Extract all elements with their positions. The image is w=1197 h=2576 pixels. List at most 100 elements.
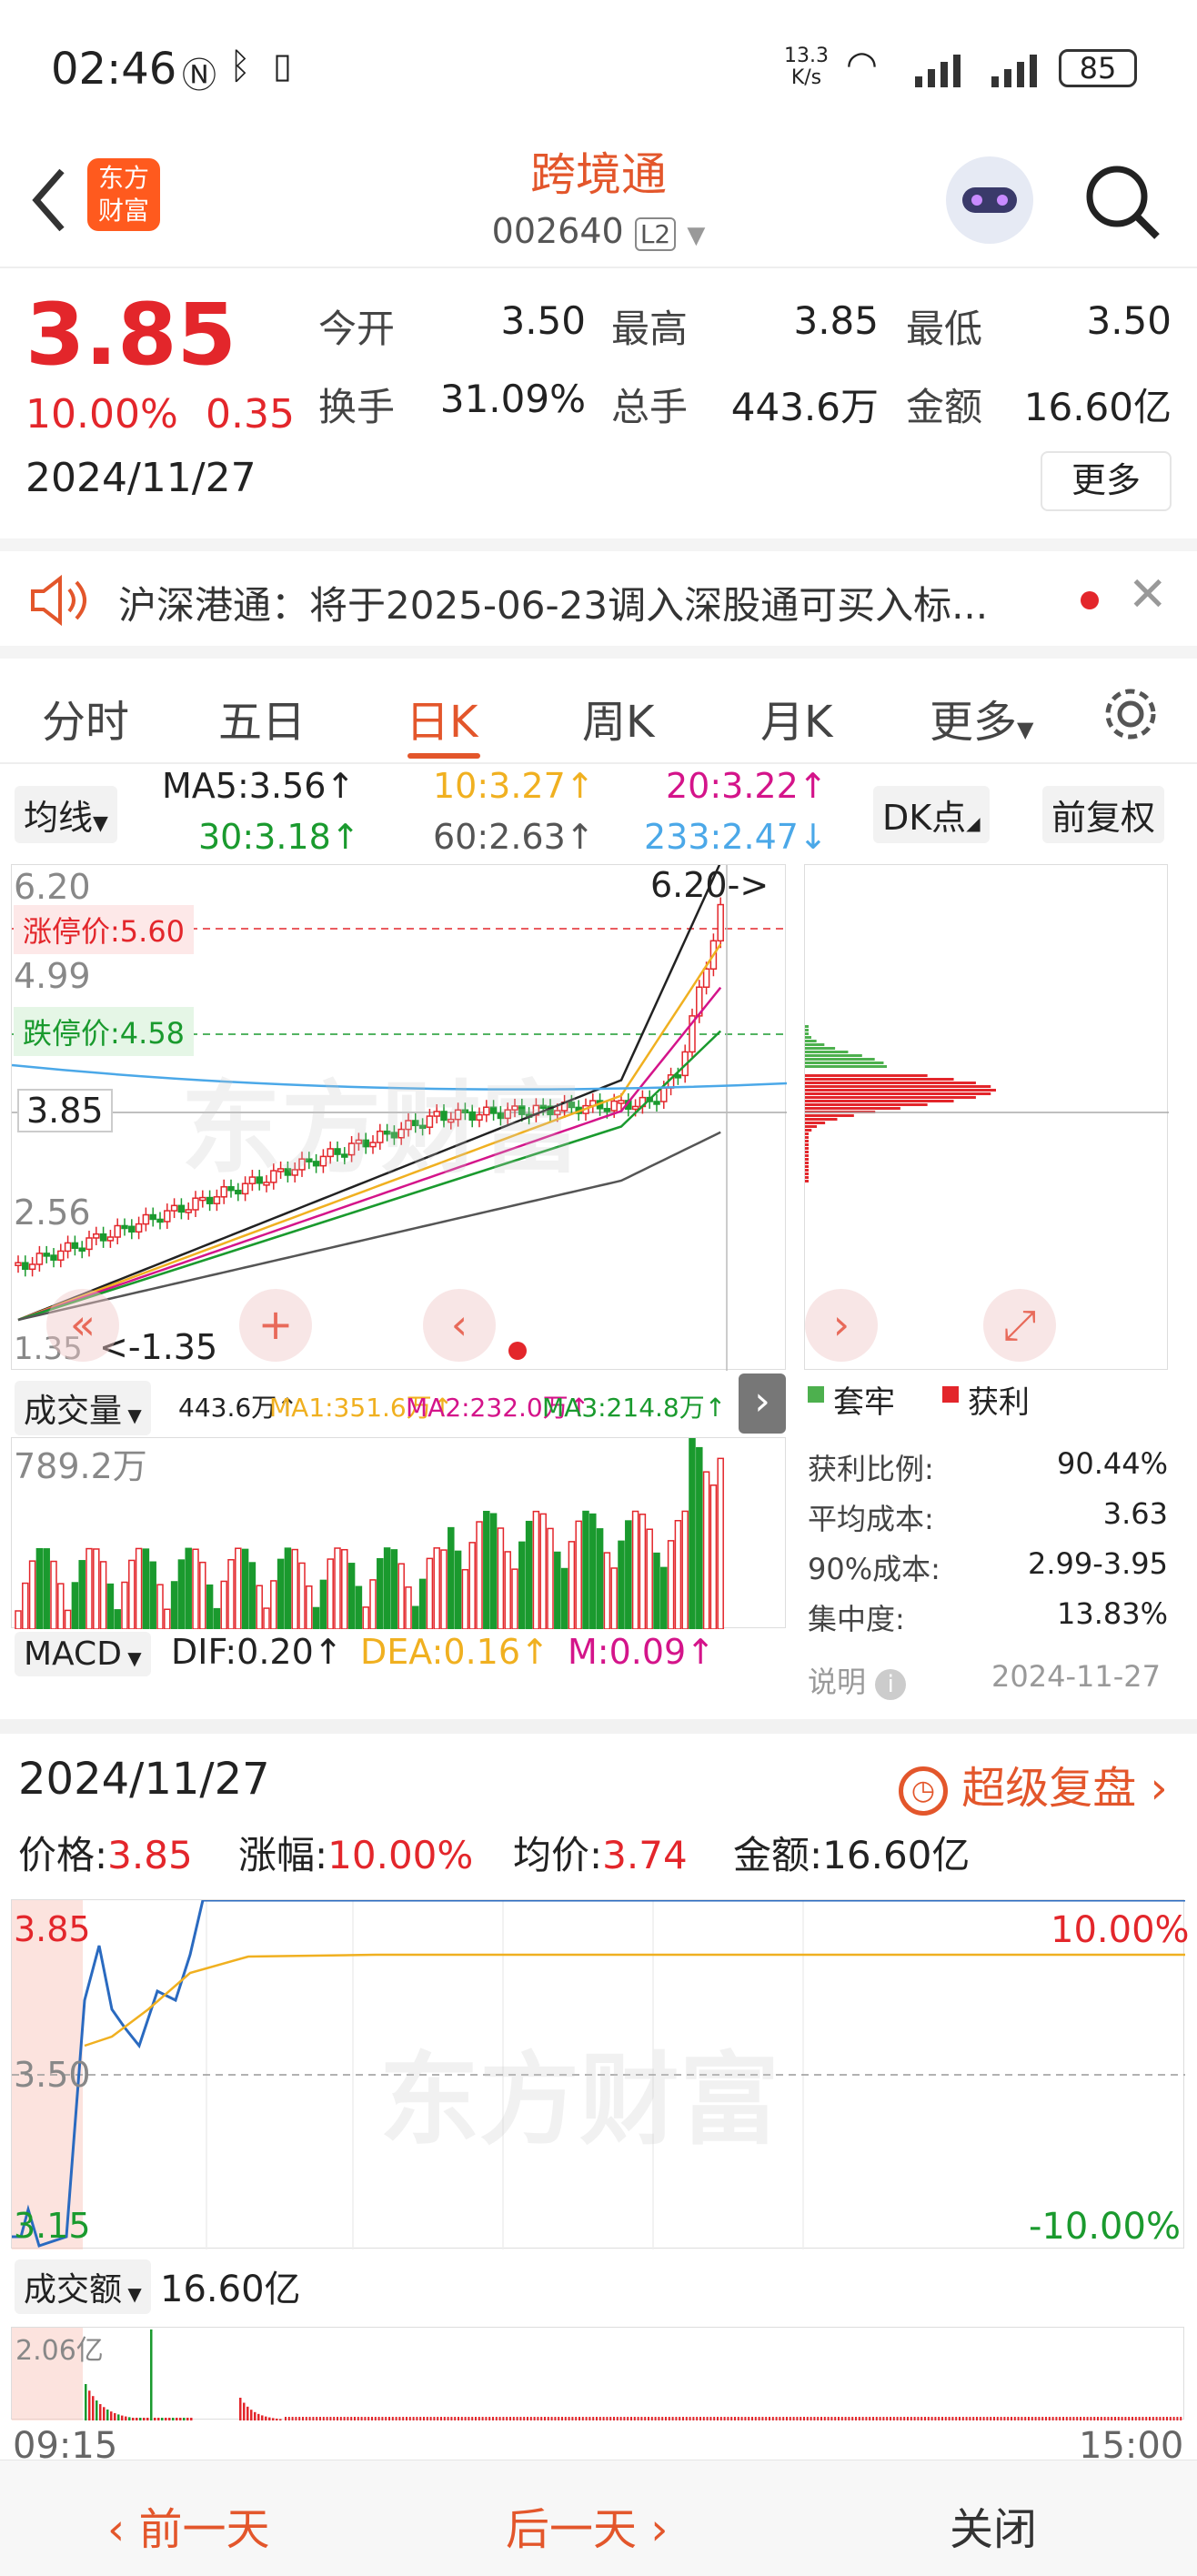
high-value: 3.85 (793, 298, 879, 343)
footer-bar: ‹ 前一天 后一天 › 关闭 (0, 2460, 1197, 2576)
candle-body (35, 1253, 44, 1265)
amount-bar (650, 2417, 653, 2420)
chip-bar-trapped (805, 1054, 862, 1057)
amount-bar (1138, 2417, 1141, 2420)
close-icon[interactable]: ✕ (1128, 568, 1168, 622)
collapse-panel-icon[interactable]: › (739, 1374, 786, 1434)
amount-bar (1062, 2417, 1064, 2420)
amount-bar (848, 2417, 850, 2420)
chip-bar-trapped (805, 1051, 849, 1053)
amount-bar (302, 2417, 304, 2420)
adjust-button[interactable]: 前复权 (1042, 786, 1165, 843)
scroll-right-icon[interactable]: › (805, 1289, 878, 1362)
candle-body (177, 1204, 186, 1213)
chip-bar-profit (805, 1140, 809, 1142)
amount-bar (834, 2417, 837, 2420)
amount-bar (458, 2417, 459, 2420)
prev-day-button[interactable]: ‹ 前一天 (107, 2493, 269, 2557)
more-button[interactable]: 更多 (1041, 451, 1172, 511)
chip-bar-trapped (805, 1040, 817, 1042)
amount-bar (388, 2417, 390, 2420)
volume-value: 443.6万 (730, 385, 879, 429)
kline-chart[interactable]: 6.20 涨停价:5.60 4.99 跌停价:4.58 3.85 2.56 1.… (11, 864, 787, 1371)
dk-points-button[interactable]: DK点◢ (873, 786, 990, 843)
amount-bar (412, 2417, 415, 2420)
status-bar: 02:46 Ⓝ ᛒ ▯ 13.3 K/s ◠ 85 (0, 0, 1197, 136)
amount-bar (1007, 2417, 1010, 2420)
amount-bar (1162, 2417, 1165, 2420)
amount-bar (1134, 2417, 1137, 2420)
tab-more[interactable]: 更多▼ (930, 686, 1033, 750)
scroll-left-icon[interactable]: ‹ (423, 1289, 496, 1362)
amount-bar (892, 2417, 895, 2420)
volume-bar (625, 1520, 632, 1629)
crosshair-icon[interactable]: + (239, 1289, 312, 1362)
amount-bar (630, 2417, 632, 2420)
quote-panel: 3.85 10.00% 0.35 2024/11/27 今开 3.50 最高 3… (0, 273, 1197, 537)
tab-monthly-k[interactable]: 月K (760, 686, 832, 750)
amount-bar (512, 2417, 515, 2420)
notice-text: 沪深港通：将于2025-06-23调入深股通可买入标... (118, 583, 989, 628)
candle-body (610, 1100, 618, 1112)
stock-code-row[interactable]: 002640 L2 ▼ (0, 211, 1197, 251)
volume-bar (681, 1510, 689, 1629)
chip-bar-profit (805, 1154, 809, 1157)
indicator-select[interactable]: 均线▼ (15, 786, 117, 843)
candle-body (28, 1263, 36, 1271)
battery-level: 85 (1079, 51, 1117, 86)
chip-distribution[interactable]: › ⤢ (804, 864, 1169, 1370)
amount-bar (938, 2417, 940, 2420)
amount-bar (408, 2417, 411, 2420)
open-value: 3.50 (500, 298, 586, 343)
chip-bar-profit (805, 1172, 809, 1175)
amount-bar (1103, 2417, 1106, 2420)
amount-select[interactable]: 成交额 ▼ (15, 2259, 151, 2314)
volume-select[interactable]: 成交量 ▼ (15, 1381, 151, 1435)
amount-bar (592, 2417, 595, 2420)
close-button[interactable]: 关闭 (950, 2493, 1037, 2557)
amount-bar (765, 2417, 768, 2420)
notice-bar[interactable]: 沪深港通：将于2025-06-23调入深股通可买入标... ✕ (0, 538, 1197, 646)
expand-icon[interactable]: ⤢ (983, 1289, 1056, 1362)
volume-bar (709, 1484, 718, 1629)
scroll-left-fast-icon[interactable]: « (46, 1289, 119, 1362)
volume-bar (86, 1547, 93, 1629)
gear-icon[interactable] (1101, 684, 1161, 744)
amount-bar (268, 2417, 271, 2420)
amount-bar (364, 2417, 367, 2420)
candle-body (78, 1247, 86, 1252)
amount-bar (838, 2417, 840, 2420)
amount-bar (616, 2417, 619, 2420)
amount-bar (246, 2406, 249, 2420)
amount-bar (596, 2417, 598, 2420)
amount-bar (1169, 2417, 1172, 2420)
volume-bar (99, 1561, 107, 1629)
amount-bar (395, 2417, 397, 2420)
chip-bar-profit (805, 1143, 809, 1146)
candle-body (71, 1242, 79, 1249)
amount-bar (879, 2417, 881, 2420)
tab-daily-k[interactable]: 日K (406, 686, 478, 750)
amount-bar (1059, 2417, 1061, 2420)
tab-five-day[interactable]: 五日 (218, 686, 306, 750)
volume-ma3: MA3:214.8万↑ (542, 1393, 727, 1423)
amount-bar (1159, 2417, 1162, 2420)
volume-bar (22, 1582, 29, 1629)
next-day-button[interactable]: 后一天 › (506, 2493, 668, 2557)
amount-bar (319, 2417, 321, 2420)
amount-bar (478, 2417, 480, 2420)
tab-intraday[interactable]: 分时 (42, 686, 129, 750)
chip-explain-link[interactable]: 说明 i (808, 1659, 907, 1701)
macd-select[interactable]: MACD ▼ (15, 1632, 151, 1676)
amount-bar (1176, 2417, 1179, 2420)
super-replay-button[interactable]: ◷ 超级复盘 › (899, 1752, 1168, 1816)
macd-dea: DEA:0.16↑ (360, 1632, 549, 1672)
legend-trapped-swatch (808, 1386, 824, 1403)
intraday-chart[interactable]: 3.85 3.50 3.15 10.00% -10.00% 东方财富 (11, 1899, 1190, 2249)
amount-bar (882, 2417, 885, 2420)
volume-bar (433, 1547, 440, 1629)
amount-bar (872, 2417, 874, 2420)
intraday-date: 2024/11/27 (18, 1754, 270, 1805)
tab-weekly-k[interactable]: 周K (582, 686, 654, 750)
amount-bar (172, 2418, 175, 2420)
